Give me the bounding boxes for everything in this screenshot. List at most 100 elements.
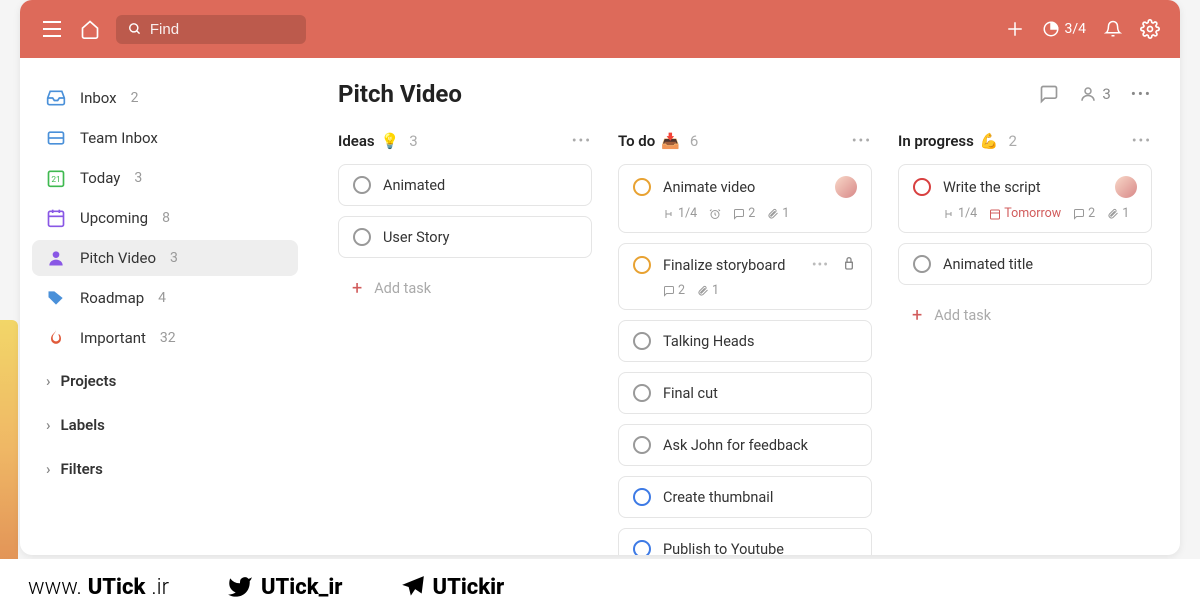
column-title: Ideas	[338, 132, 375, 150]
menu-icon[interactable]	[40, 17, 64, 41]
task-title: Write the script	[943, 179, 1103, 196]
footer-site-pre: www.	[28, 575, 82, 600]
section-label: Filters	[61, 460, 103, 478]
footer-telegram: UTickir	[399, 574, 505, 600]
twitter-icon	[225, 574, 255, 600]
sidebar-item-inbox[interactable]: Inbox 2	[32, 80, 298, 116]
cursor-icon	[841, 255, 857, 275]
task-checkbox[interactable]	[633, 178, 651, 196]
assignee-avatar[interactable]	[835, 176, 857, 198]
sidebar-section-projects[interactable]: ›Projects	[32, 362, 298, 400]
sidebar-section-labels[interactable]: ›Labels	[32, 406, 298, 444]
task-checkbox[interactable]	[633, 256, 651, 274]
column-title: To do	[618, 132, 655, 150]
task-card[interactable]: Create thumbnail	[618, 476, 872, 518]
progress-indicator[interactable]: 3/4	[1042, 20, 1086, 38]
task-checkbox[interactable]	[633, 540, 651, 555]
task-card[interactable]: Animate video 1/421	[618, 164, 872, 233]
search-box[interactable]	[116, 15, 306, 44]
task-title: Animated title	[943, 256, 1137, 273]
sidebar-item-count: 2	[131, 90, 139, 106]
sidebar-item-label: Today	[80, 169, 120, 187]
sidebar-item-upcoming[interactable]: Upcoming 8	[32, 200, 298, 236]
task-checkbox[interactable]	[633, 384, 651, 402]
task-card[interactable]: Publish to Youtube	[618, 528, 872, 555]
task-title: Animated	[383, 177, 577, 194]
sidebar-item-team-inbox[interactable]: Team Inbox	[32, 120, 298, 156]
telegram-icon	[399, 574, 427, 600]
reminder-meta	[709, 208, 721, 220]
task-checkbox[interactable]	[353, 176, 371, 194]
comments-button[interactable]	[1039, 84, 1059, 104]
chevron-right-icon: ›	[46, 372, 51, 390]
team-inbox-icon	[46, 128, 66, 148]
sidebar-item-label: Team Inbox	[80, 129, 158, 147]
sidebar-item-label: Upcoming	[80, 209, 148, 227]
add-task-label: Add task	[934, 307, 991, 324]
comments-meta: 2	[663, 283, 685, 298]
footer-telegram-text: UTickir	[433, 575, 505, 600]
task-checkbox[interactable]	[633, 332, 651, 350]
task-checkbox[interactable]	[633, 488, 651, 506]
comments-meta: 2	[733, 206, 755, 221]
column-more-button[interactable]: •••	[572, 133, 592, 149]
column-emoji: 💡	[381, 132, 400, 150]
subtask-meta: 1/4	[663, 206, 697, 221]
sidebar-item-pitch-video[interactable]: Pitch Video 3	[32, 240, 298, 276]
task-card[interactable]: Ask John for feedback	[618, 424, 872, 466]
task-card[interactable]: Write the script 1/4Tomorrow21	[898, 164, 1152, 233]
notifications-icon[interactable]	[1104, 19, 1122, 39]
assignee-avatar[interactable]	[1115, 176, 1137, 198]
task-checkbox[interactable]	[633, 436, 651, 454]
task-card[interactable]: User Story	[338, 216, 592, 258]
column-title: In progress	[898, 132, 974, 150]
footer-twitter-text: UTick_ir	[261, 575, 343, 600]
sidebar-item-count: 32	[160, 330, 176, 346]
task-checkbox[interactable]	[913, 255, 931, 273]
column-more-button[interactable]: •••	[1132, 133, 1152, 149]
task-title: User Story	[383, 229, 577, 246]
footer-banner: www.UTick.ir UTick_ir UTickir	[0, 559, 1200, 615]
sidebar-item-important[interactable]: Important 32	[32, 320, 298, 356]
footer-twitter: UTick_ir	[225, 574, 343, 600]
tag-icon	[46, 288, 66, 308]
add-button[interactable]	[1006, 20, 1024, 38]
add-task-button[interactable]: + Add task	[898, 295, 1152, 336]
member-count: 3	[1102, 85, 1110, 103]
task-card[interactable]: Talking Heads	[618, 320, 872, 362]
board-title: Pitch Video	[338, 80, 462, 108]
task-title: Publish to Youtube	[663, 541, 857, 556]
sidebar-item-roadmap[interactable]: Roadmap 4	[32, 280, 298, 316]
chevron-right-icon: ›	[46, 416, 51, 434]
task-checkbox[interactable]	[353, 228, 371, 246]
sidebar-section-filters[interactable]: ›Filters	[32, 450, 298, 488]
settings-icon[interactable]	[1140, 19, 1160, 39]
card-more-icon[interactable]: •••	[812, 257, 829, 273]
sidebar-item-today[interactable]: 21 Today 3	[32, 160, 298, 196]
members-button[interactable]: 3	[1079, 85, 1110, 103]
column-count: 6	[690, 132, 698, 150]
task-card[interactable]: Final cut	[618, 372, 872, 414]
board-more-button[interactable]: •••	[1131, 85, 1152, 103]
upcoming-icon	[46, 208, 66, 228]
attachments-meta: 1	[697, 283, 719, 298]
column-count: 2	[1009, 132, 1017, 150]
add-task-button[interactable]: + Add task	[338, 268, 592, 309]
task-card[interactable]: Animated title	[898, 243, 1152, 285]
column-more-button[interactable]: •••	[852, 133, 872, 149]
home-icon[interactable]	[78, 17, 102, 41]
task-card[interactable]: Finalize storyboard ••• 21	[618, 243, 872, 310]
task-checkbox[interactable]	[913, 178, 931, 196]
task-title: Finalize storyboard	[663, 257, 800, 274]
person-icon	[1079, 85, 1097, 103]
progress-icon	[1042, 20, 1060, 38]
sidebar-item-label: Inbox	[80, 89, 117, 107]
column-count: 3	[409, 132, 417, 150]
task-title: Animate video	[663, 179, 823, 196]
comments-meta: 2	[1073, 206, 1095, 221]
column-emoji: 💪	[980, 132, 999, 150]
comment-icon	[1039, 84, 1059, 104]
task-card[interactable]: Animated	[338, 164, 592, 206]
sidebar: Inbox 2 Team Inbox 21 Today 3 Upcoming 8…	[20, 58, 310, 555]
search-input[interactable]	[150, 21, 294, 38]
